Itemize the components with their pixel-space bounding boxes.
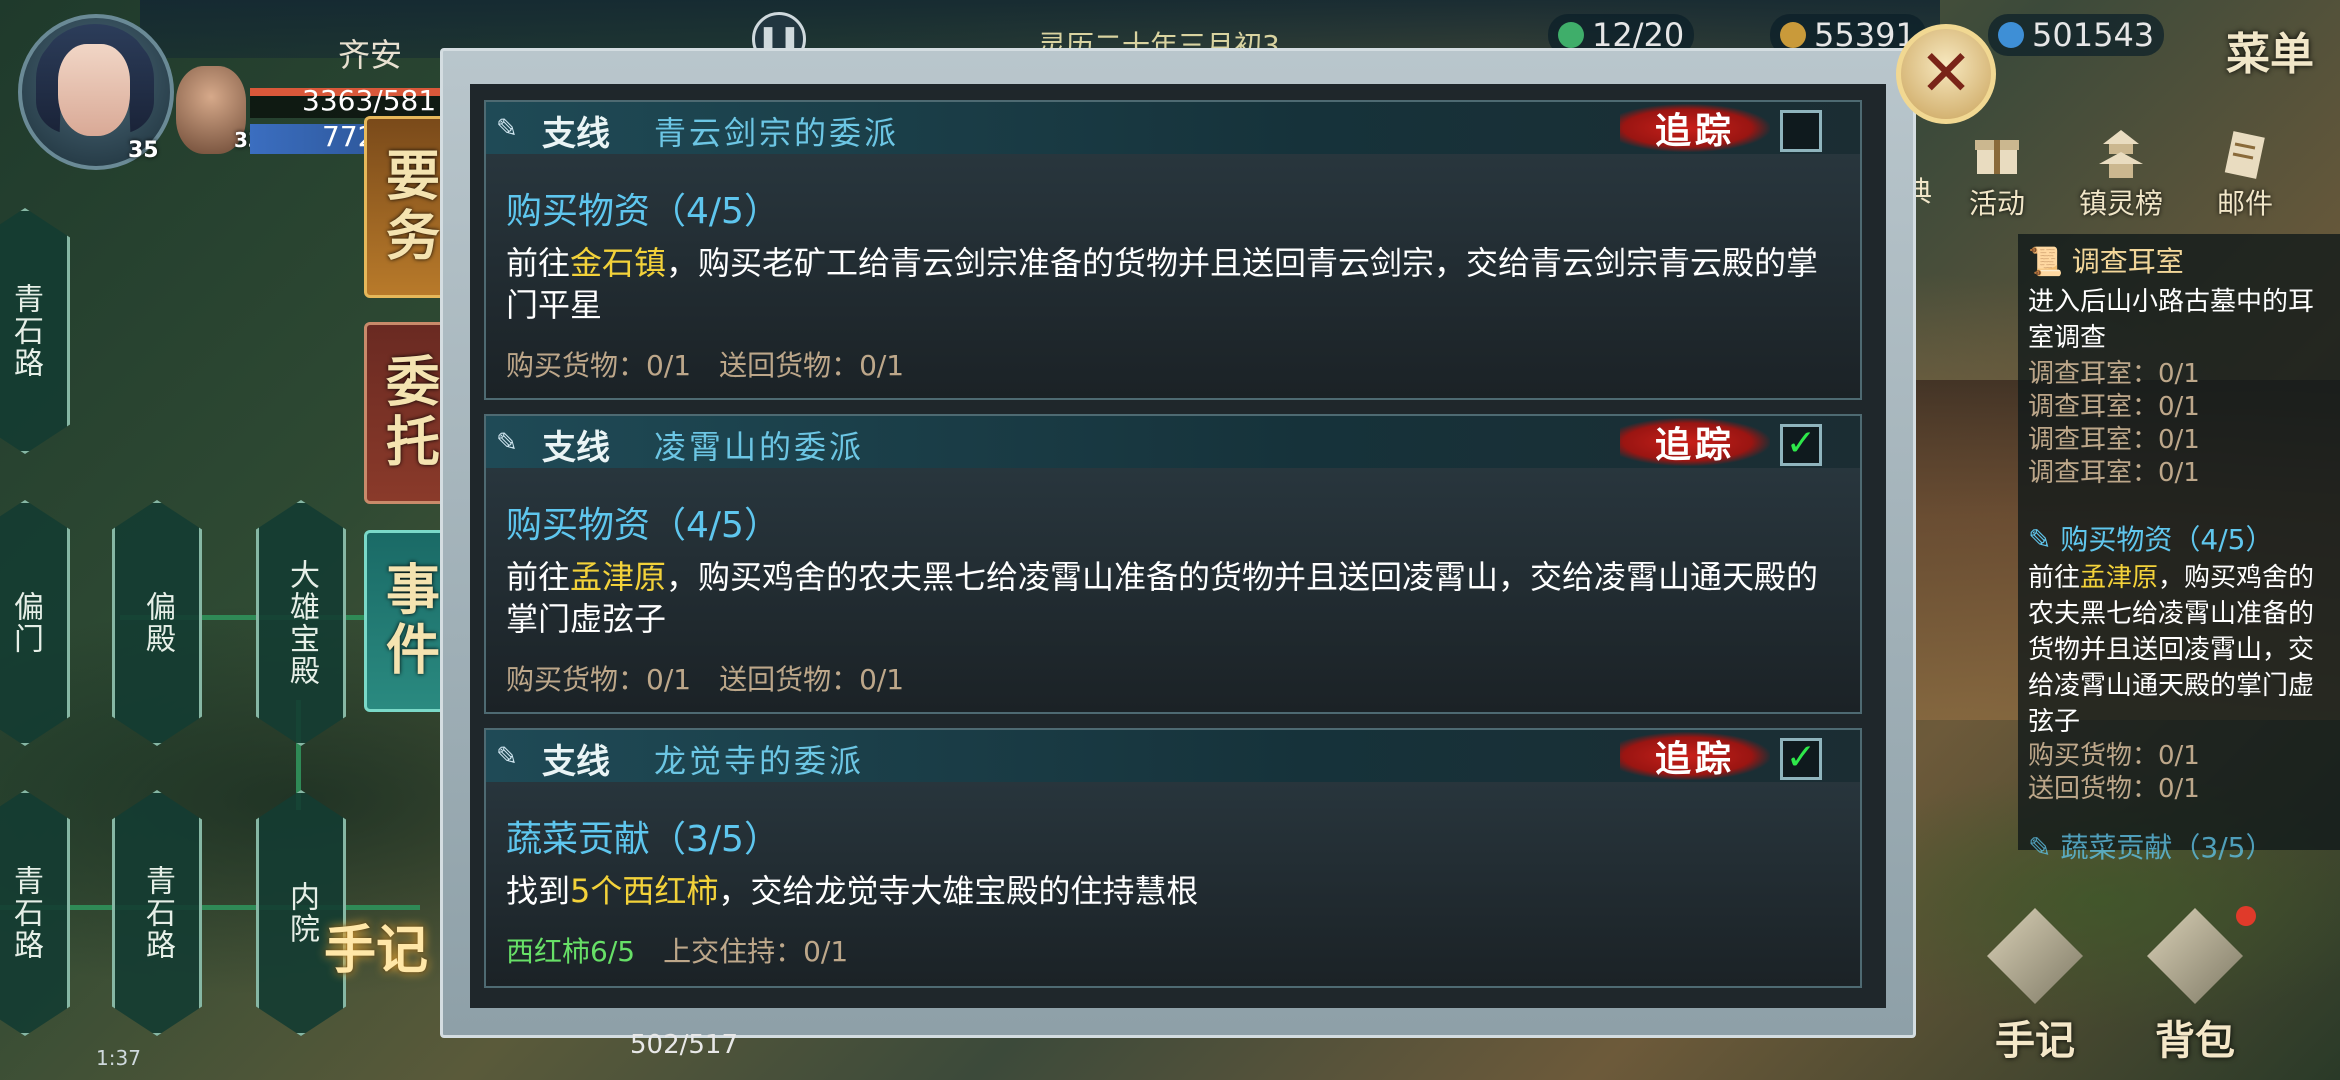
map-node[interactable]: 偏门 [0, 500, 70, 746]
track-button[interactable]: 追踪 [1620, 104, 1770, 152]
track-checkbox[interactable] [1780, 110, 1822, 152]
desc-text: ，购买鸡舍的农夫黑七给凌霄山准备的货物并且送回凌霄山，交给凌霄山通天殿的掌门虚弦… [506, 558, 1819, 638]
task-progress: 西红柿6/5 上交住持：0/1 [506, 930, 848, 970]
brush-icon: ✎ [496, 428, 518, 458]
brush-icon: ✎ [496, 742, 518, 772]
player-name: 齐安 [338, 36, 403, 74]
quest-tracker[interactable]: 📜 调查耳室 进入后山小路古墓中的耳室调查 调查耳室：0/1 调查耳室：0/1 … [2018, 234, 2340, 864]
mail-button[interactable]: 邮件 [2190, 128, 2300, 222]
ranking-label: 镇灵榜 [2078, 187, 2163, 220]
tracker-progress: 送回货物：0/1 [2028, 774, 2200, 804]
quest-card-title: 龙觉寺的委派 [654, 742, 865, 780]
task-progress: 购买货物：0/1 送回货物：0/1 [506, 349, 905, 382]
brush-icon: ✎ [496, 114, 518, 144]
tracker-progress: 调查耳室：0/1 [2028, 392, 2200, 422]
map-node[interactable]: 青石路 [0, 208, 70, 454]
status-time: 1:37 [96, 1046, 141, 1070]
desc-prefix: 前往 [506, 244, 571, 282]
tracker-title-text: 购买物资（4/5） [2060, 523, 2274, 556]
quest-type-tag: 支线 [542, 114, 610, 154]
quest-card-title: 青云剑宗的委派 [654, 114, 900, 152]
task-description: 前往孟津原，购买鸡舍的农夫黑七给凌霄山准备的货物并且送回凌霄山，交给凌霄山通天殿… [506, 556, 1836, 640]
track-button[interactable]: 追踪 [1620, 732, 1770, 780]
tracker-quest-desc: 前往孟津原，购买鸡舍的农夫黑七给凌霄山准备的货物并且送回凌霄山，交给凌霄山通天殿… [2028, 560, 2332, 740]
desc-prefix: 找到 [506, 872, 571, 910]
quest-card-title: 凌霄山的委派 [654, 428, 865, 466]
desc-prefix: 前往 [506, 558, 571, 596]
spirit-stone-icon [1998, 22, 2024, 48]
desc-prefix: 前往 [2028, 563, 2081, 593]
map-node[interactable]: 偏殿 [112, 500, 202, 746]
player-level-badge: 35 [128, 138, 159, 163]
scroll-icon: 📜 [2028, 245, 2063, 278]
progress-complete: 西红柿6/5 [506, 935, 636, 968]
close-button[interactable]: ✕ [1896, 24, 1996, 124]
map-node[interactable]: 大雄宝殿 [256, 500, 346, 746]
backpack-label: 背包 [2155, 1017, 2235, 1064]
stamina-icon [1558, 22, 1584, 48]
quest-type-tag: 支线 [542, 428, 610, 468]
activity-button[interactable]: 活动 [1942, 128, 2052, 222]
journal-scroll-icon [1987, 908, 2083, 1004]
task-title: 购买物资（4/5） [506, 191, 780, 232]
journal-label: 手记 [1995, 1017, 2075, 1064]
notification-dot [2236, 906, 2256, 926]
backpack-icon [2147, 908, 2243, 1004]
track-checkbox[interactable]: ✓ [1780, 424, 1822, 466]
backpack-button[interactable]: 背包 [2130, 908, 2260, 1064]
brush-icon: ✎ [2028, 523, 2052, 556]
avatar-face [58, 44, 130, 136]
activity-label: 活动 [1968, 187, 2025, 220]
pagoda-icon [2099, 130, 2143, 178]
quest-card[interactable]: ✎ 支线 凌霄山的委派 追踪 ✓ 购买物资（4/5） 前往孟津原，购买鸡舍的农夫… [484, 414, 1862, 714]
journal-shortcut-button[interactable]: 手记 [324, 908, 474, 1008]
spirit-stone-counter: 501543 [1988, 14, 2165, 56]
mail-icon [2224, 131, 2265, 179]
brush-icon: ✎ [2028, 831, 2052, 864]
quest-card[interactable]: ✎ 支线 青云剑宗的委派 追踪 购买物资（4/5） 前往金石镇，购买老矿工给青云… [484, 100, 1862, 400]
task-title: 购买物资（4/5） [506, 505, 780, 546]
task-description: 找到5个西红柿，交给龙觉寺大雄宝殿的住持慧根 [506, 870, 1836, 912]
task-description: 前往金石镇，购买老矿工给青云剑宗准备的货物并且送回青云剑宗，交给青云剑宗青云殿的… [506, 242, 1836, 326]
tracker-title-text: 调查耳室 [2071, 245, 2184, 278]
task-title: 蔬菜贡献（3/5） [506, 819, 780, 860]
bottom-hp-count: 502/517 [630, 1030, 739, 1060]
gift-box-icon [1975, 140, 2019, 174]
ranking-button[interactable]: 镇灵榜 [2066, 128, 2176, 222]
tracker-title-text: 蔬菜贡献（3/5） [2060, 831, 2274, 864]
spirit-stone-value: 501543 [2032, 16, 2155, 54]
tracker-quest-title[interactable]: ✎ 蔬菜贡献（3/5） [2028, 826, 2273, 866]
map-node[interactable]: 青石路 [112, 790, 202, 1036]
tracker-progress: 调查耳室：0/1 [2028, 458, 2200, 488]
tracker-progress: 调查耳室：0/1 [2028, 359, 2200, 389]
menu-button[interactable]: 菜单 [2226, 18, 2314, 82]
location-highlight: 金石镇 [570, 244, 667, 282]
track-button[interactable]: 追踪 [1620, 418, 1770, 466]
location-highlight: 孟津原 [2080, 563, 2159, 593]
map-node[interactable]: 青石路 [0, 790, 70, 1036]
track-checkbox[interactable]: ✓ [1780, 738, 1822, 780]
mail-label: 邮件 [2216, 187, 2273, 220]
desc-text: ，交给龙觉寺大雄宝殿的住持慧根 [718, 872, 1199, 910]
location-highlight: 孟津原 [570, 558, 667, 596]
tracker-progress: 调查耳室：0/1 [2028, 425, 2200, 455]
quest-type-tag: 支线 [542, 742, 610, 782]
progress-pending: 上交住持：0/1 [635, 935, 849, 968]
journal-button[interactable]: 手记 [1970, 908, 2100, 1064]
tracker-quest-title[interactable]: ✎ 购买物资（4/5） [2028, 518, 2273, 558]
close-icon: ✕ [1919, 37, 1973, 111]
task-progress: 购买货物：0/1 送回货物：0/1 [506, 663, 905, 696]
item-highlight: 5个西红柿 [570, 872, 719, 910]
tracker-quest-title[interactable]: 📜 调查耳室 [2028, 240, 2184, 280]
copper-coin-icon [1780, 22, 1806, 48]
tracker-progress: 购买货物：0/1 [2028, 741, 2200, 771]
hp-text: 3363/581 [302, 84, 437, 117]
tracker-quest-desc: 进入后山小路古墓中的耳室调查 [2028, 287, 2315, 353]
desc-text: ，购买老矿工给青云剑宗准备的货物并且送回青云剑宗，交给青云剑宗青云殿的掌门平星 [506, 244, 1819, 324]
quest-card[interactable]: ✎ 支线 龙觉寺的委派 追踪 ✓ 蔬菜贡献（3/5） 找到5个西红柿，交给龙觉寺… [484, 728, 1862, 988]
